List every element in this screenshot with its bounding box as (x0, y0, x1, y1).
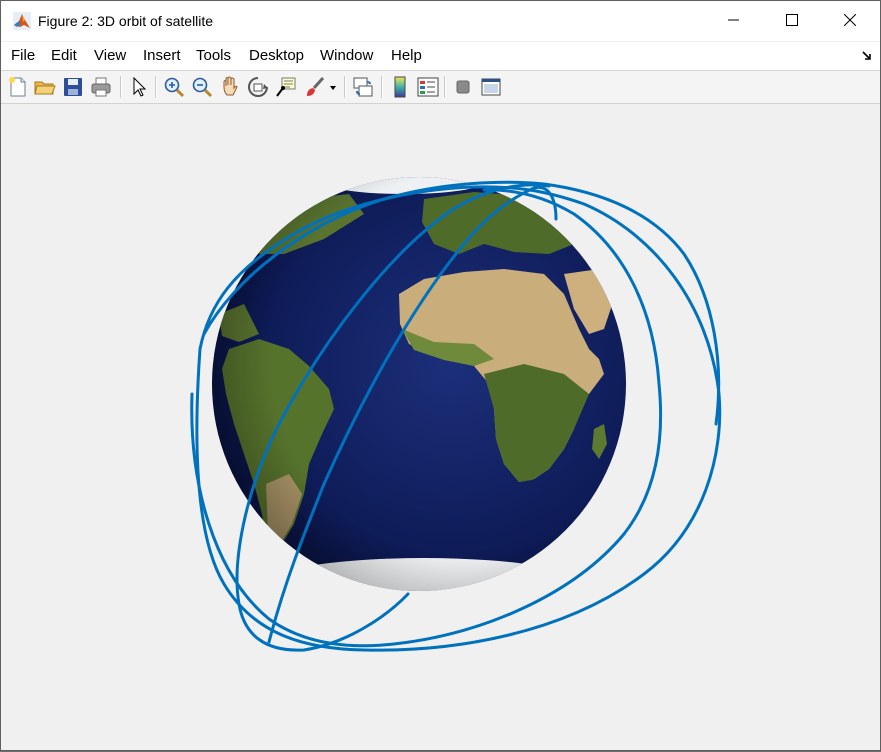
figure-window: Figure 2: 3D orbit of satellite File Edi… (0, 0, 881, 751)
data-cursor-icon[interactable] (274, 75, 298, 99)
axes-3d[interactable] (4, 104, 878, 748)
figure-canvas[interactable] (4, 104, 878, 748)
menu-view[interactable]: View (94, 47, 126, 64)
menu-file[interactable]: File (11, 47, 35, 64)
new-figure-icon[interactable] (6, 75, 30, 99)
window-title: Figure 2: 3D orbit of satellite (38, 13, 214, 29)
matlab-logo-icon (13, 12, 31, 30)
maximize-button[interactable] (763, 1, 821, 41)
toolbar-separator (120, 76, 122, 98)
hide-plot-tools-icon[interactable] (451, 75, 475, 99)
menu-help[interactable]: Help (391, 47, 422, 64)
edit-plot-icon[interactable] (127, 75, 151, 99)
toolbar-separator (155, 76, 157, 98)
dock-figure-icon[interactable] (861, 49, 873, 61)
zoom-out-icon[interactable] (190, 75, 214, 99)
legend-icon[interactable] (416, 75, 440, 99)
save-icon[interactable] (61, 75, 85, 99)
menu-insert[interactable]: Insert (143, 47, 181, 64)
figure-toolbar (1, 71, 880, 104)
rotate-3d-icon[interactable] (246, 75, 270, 99)
menu-edit[interactable]: Edit (51, 47, 77, 64)
pan-icon[interactable] (218, 75, 242, 99)
menu-bar: File Edit View Insert Tools Desktop Wind… (1, 42, 880, 71)
colorbar-icon[interactable] (388, 75, 412, 99)
link-plot-icon[interactable] (351, 75, 375, 99)
brush-dropdown-icon[interactable] (328, 75, 338, 99)
minimize-icon (728, 19, 739, 21)
open-file-icon[interactable] (33, 75, 57, 99)
minimize-button[interactable] (705, 1, 763, 41)
show-plot-tools-icon[interactable] (479, 75, 503, 99)
toolbar-separator (344, 76, 346, 98)
menu-desktop[interactable]: Desktop (249, 47, 304, 64)
brush-icon[interactable] (303, 75, 327, 99)
close-button[interactable] (821, 1, 879, 41)
print-icon[interactable] (89, 75, 113, 99)
maximize-icon (786, 14, 798, 26)
menu-tools[interactable]: Tools (196, 47, 231, 64)
menu-window[interactable]: Window (320, 47, 373, 64)
title-bar[interactable]: Figure 2: 3D orbit of satellite (1, 1, 880, 41)
close-icon (844, 14, 856, 26)
toolbar-separator (444, 76, 446, 98)
toolbar-separator (381, 76, 383, 98)
zoom-in-icon[interactable] (162, 75, 186, 99)
